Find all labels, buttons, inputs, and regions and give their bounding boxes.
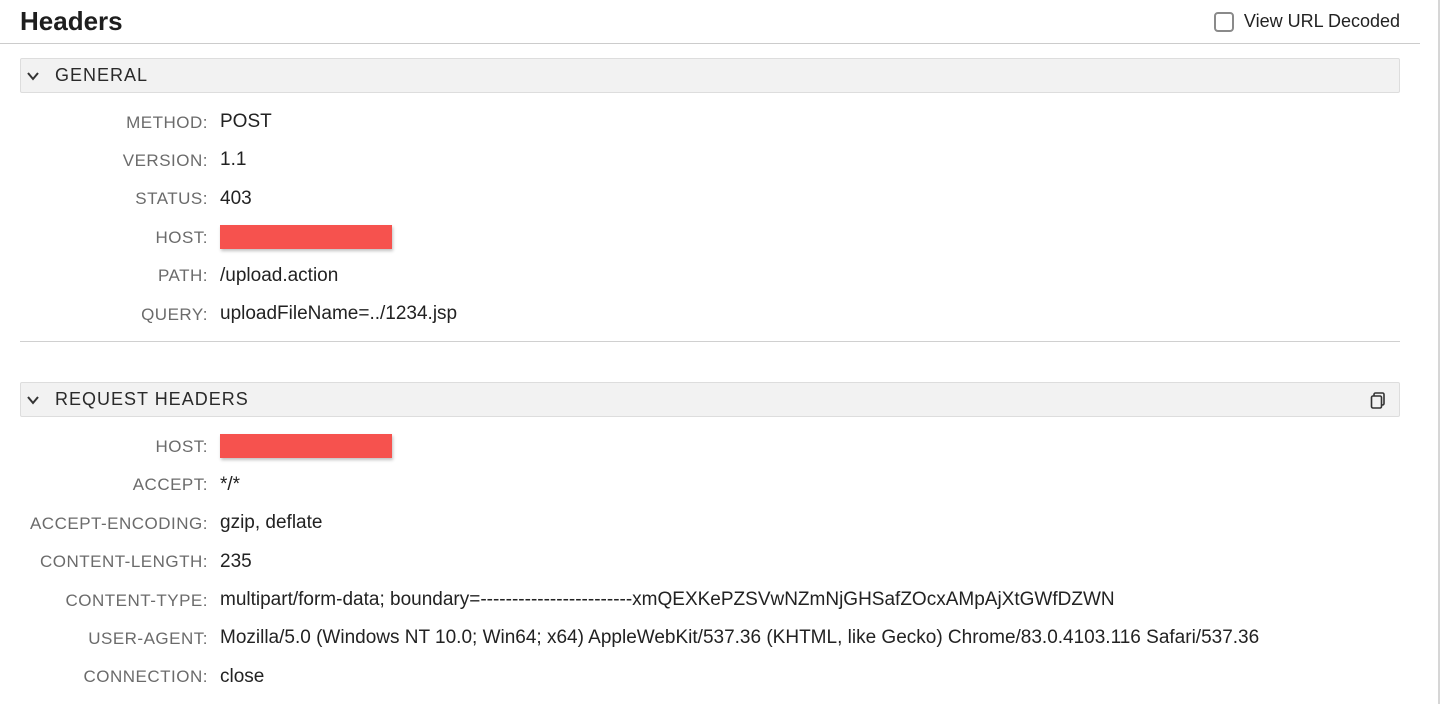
- val: gzip, deflate: [220, 508, 322, 538]
- chevron-down-icon: [25, 68, 41, 84]
- key: CONTENT-LENGTH:: [20, 548, 220, 575]
- key: QUERY:: [20, 301, 220, 328]
- copy-icon[interactable]: [1369, 390, 1389, 410]
- key: METHOD:: [20, 109, 220, 136]
- key: ACCEPT-ENCODING:: [20, 510, 220, 537]
- val: 403: [220, 184, 252, 214]
- key: HOST:: [20, 433, 220, 460]
- row-content-type: CONTENT-TYPE: multipart/form-data; bound…: [20, 581, 1400, 619]
- val: [220, 431, 392, 461]
- checkbox-icon[interactable]: [1214, 12, 1234, 32]
- key: CONTENT-TYPE:: [20, 587, 220, 614]
- page-title: Headers: [20, 6, 123, 37]
- row-version: VERSION: 1.1: [20, 141, 1400, 179]
- row-query: QUERY: uploadFileName=../1234.jsp: [20, 295, 1400, 333]
- val: 1.1: [220, 145, 246, 175]
- val: uploadFileName=../1234.jsp: [220, 299, 457, 329]
- key: CONNECTION:: [20, 663, 220, 690]
- val: [220, 222, 392, 252]
- section-title: GENERAL: [55, 65, 148, 86]
- headers-top-row: Headers View URL Decoded: [0, 0, 1420, 44]
- row-path: PATH: /upload.action: [20, 257, 1400, 295]
- row-method: METHOD: POST: [20, 103, 1400, 141]
- general-rows: METHOD: POST VERSION: 1.1 STATUS: 403 HO…: [20, 103, 1400, 342]
- val: */*: [220, 470, 240, 500]
- row-connection: CONNECTION: close: [20, 658, 1400, 696]
- request-headers-rows: HOST: ACCEPT: */* ACCEPT-ENCODING: gzip,…: [20, 427, 1400, 704]
- row-content-length: CONTENT-LENGTH: 235: [20, 543, 1400, 581]
- section-header-general[interactable]: GENERAL: [20, 58, 1400, 93]
- row-host: HOST:: [20, 427, 1400, 465]
- key: VERSION:: [20, 147, 220, 174]
- toggle-label: View URL Decoded: [1244, 11, 1400, 32]
- val: Mozilla/5.0 (Windows NT 10.0; Win64; x64…: [220, 623, 1259, 653]
- redacted-block: [220, 225, 392, 249]
- val: /upload.action: [220, 261, 338, 291]
- key: HOST:: [20, 224, 220, 251]
- section-header-request-headers[interactable]: REQUEST HEADERS: [20, 382, 1400, 417]
- val: 235: [220, 547, 252, 577]
- row-status: STATUS: 403: [20, 180, 1400, 218]
- row-host: HOST:: [20, 218, 1400, 256]
- redacted-block: [220, 434, 392, 458]
- section-title: REQUEST HEADERS: [55, 389, 249, 410]
- row-accept-encoding: ACCEPT-ENCODING: gzip, deflate: [20, 504, 1400, 542]
- val: POST: [220, 107, 272, 137]
- row-accept: ACCEPT: */*: [20, 466, 1400, 504]
- key: USER-AGENT:: [20, 625, 220, 652]
- key: STATUS:: [20, 185, 220, 212]
- val: close: [220, 662, 264, 692]
- key: PATH:: [20, 262, 220, 289]
- key: ACCEPT:: [20, 471, 220, 498]
- view-url-decoded-toggle[interactable]: View URL Decoded: [1214, 11, 1400, 32]
- val: multipart/form-data; boundary=----------…: [220, 585, 1115, 615]
- chevron-down-icon: [25, 392, 41, 408]
